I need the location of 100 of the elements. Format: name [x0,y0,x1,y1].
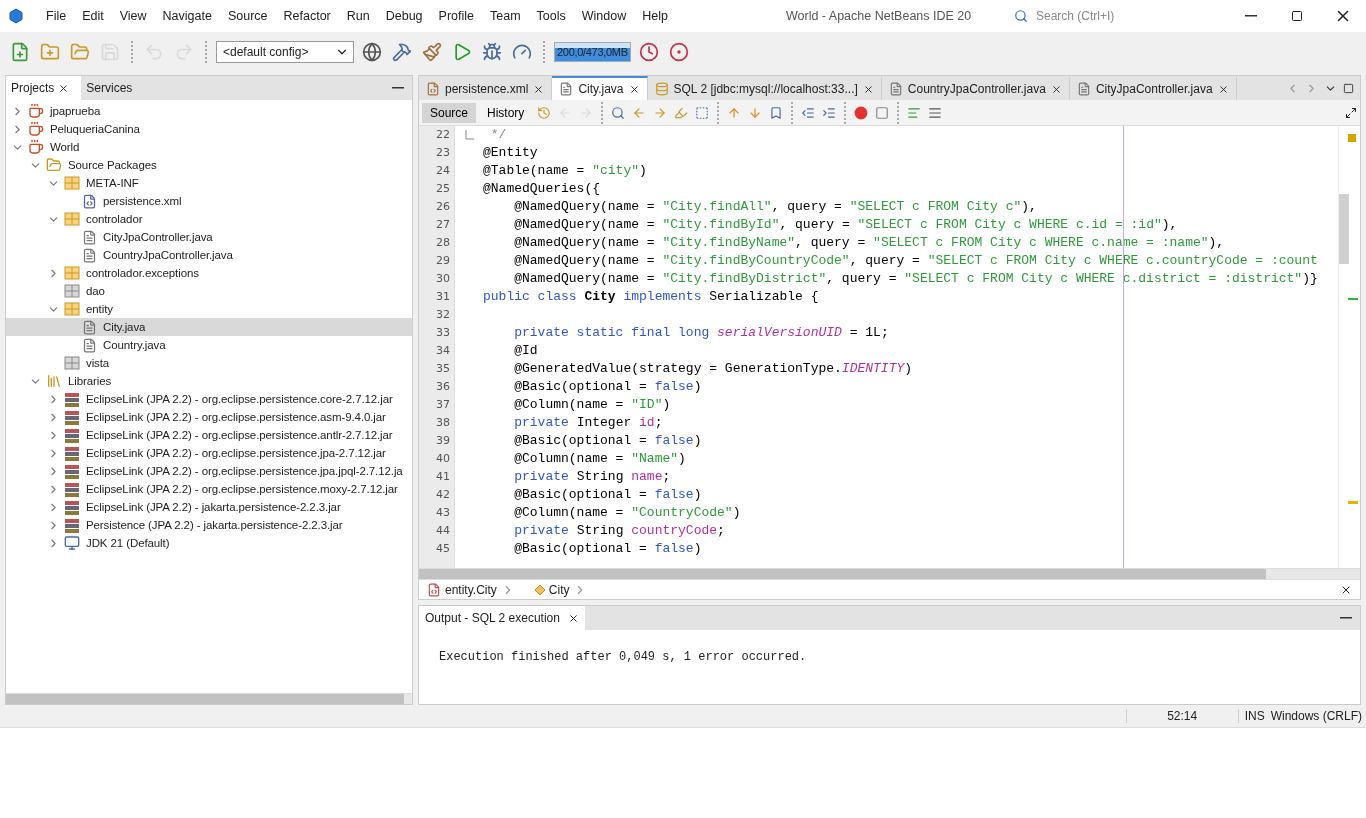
warning-marker[interactable] [1348,501,1358,504]
code-text: ) [693,541,702,556]
tree-item[interactable]: Persistence (JPA 2.2) - jakarta.persistence-2.2.3.jar [6,516,412,534]
tree-item[interactable]: JDK 21 (Default) [6,534,412,552]
tree-item[interactable]: World [6,138,412,156]
scrollbar-thumb[interactable] [1339,194,1349,264]
minimize-icon[interactable] [1340,617,1352,619]
package-icon [64,283,80,299]
right-arrow-icon [653,105,668,120]
tree-item[interactable]: META-INF [6,174,412,192]
output-text: Execution finished after 0,049 s, 1 error occurred. [438,649,808,666]
tree-item[interactable]: City.java [6,318,412,336]
line-number: 37 [435,397,451,413]
minimize-icon[interactable] [392,87,404,89]
book-stack-icon [64,445,80,461]
code-text: ) [693,487,702,502]
menu-item[interactable]: Window [573,9,635,23]
menu-item[interactable]: Source [219,9,276,23]
tree-item[interactable]: EclipseLink (JPA 2.2) - org.eclipse.persistence.moxy-2.7.12.jar [6,480,412,498]
tree-item[interactable]: EclipseLink (JPA 2.2) - org.eclipse.persistence.jpa-2.7.12.jar [6,444,412,462]
close-icon[interactable] [628,83,640,95]
code-text: @Basic(optional = [513,541,648,556]
menu-item[interactable]: Tools [528,9,574,23]
tree-item[interactable]: PeluqueriaCanina [6,120,412,138]
line-number: 36 [435,379,451,395]
breadcrumb-item[interactable]: City [534,582,588,597]
close-icon[interactable] [567,612,579,624]
indent-icon [822,105,837,120]
menu-item[interactable]: Run [338,9,378,23]
line-number: 34 [435,343,451,359]
code-text: ) [732,505,741,520]
tree-item[interactable]: CityJpaController.java [6,228,412,246]
warning-marker[interactable] [1348,134,1356,142]
menu-item[interactable]: View [111,9,155,23]
output-tab[interactable]: Output - SQL 2 execution [419,606,585,630]
string-text: "City.findById" [662,217,780,232]
tree-item[interactable]: persistence.xml [6,192,412,210]
code-text: @GeneratedValue(strategy = GenerationType. [513,361,842,376]
book-stack-icon [64,517,80,533]
tree-item[interactable]: EclipseLink (JPA 2.2) - org.eclipse.persistence.antlr-2.7.12.jar [6,426,412,444]
tree-item[interactable]: entity [6,300,412,318]
line-number: 43 [435,505,451,521]
close-icon[interactable] [58,82,70,94]
run-icon [452,42,472,62]
menu-item[interactable]: Team [482,9,529,23]
close-icon[interactable] [1217,83,1229,95]
code-text: @Entity [483,145,538,160]
menu-item[interactable]: Debug [377,9,431,23]
book-stack-icon [64,391,80,407]
scrollbar-thumb[interactable] [6,694,404,704]
tree-item[interactable]: dao [6,282,412,300]
string-text: "City.findByName" [662,235,796,250]
file-icon [888,82,903,96]
tree-item[interactable]: Country.java [6,336,412,354]
panel-tab[interactable]: Projects [6,76,82,100]
highlighter-icon [674,105,689,120]
keyword-text: false [654,379,694,394]
tree-item[interactable]: vista [6,354,412,372]
tree-item[interactable]: EclipseLink (JPA 2.2) - org.eclipse.persistence.jpa.jpql-2.7.12.ja [6,462,412,480]
target-icon [668,42,689,62]
code-text: ) [639,163,647,178]
globe-icon [362,42,382,62]
view-tab[interactable]: Source [422,102,477,123]
tree-item[interactable]: controlador.exceptions [6,264,412,282]
maximize-icon[interactable] [1343,82,1354,94]
menu-item[interactable]: Edit [74,9,112,23]
tree-item[interactable]: EclipseLink (JPA 2.2) - org.eclipse.persistence.asm-9.4.0.jar [6,408,412,426]
memory-indicator[interactable]: 200,0/473,0MB [554,42,631,62]
breadcrumb-item[interactable]: entity.City [427,582,515,597]
menu-item[interactable]: Refactor [275,9,339,23]
tree-item[interactable]: jpaprueba [6,102,412,120]
panel-tab[interactable]: Services [81,76,145,100]
keyword-text: private [513,469,569,484]
close-icon[interactable] [1050,83,1062,95]
tree-item[interactable]: Libraries [6,372,412,390]
tree-item[interactable]: Source Packages [6,156,412,174]
new-file-icon [10,42,30,62]
tree-item[interactable]: EclipseLink (JPA 2.2) - org.eclipse.persistence.core-2.7.12.jar [6,390,412,408]
config-dropdown[interactable]: <default config> [216,41,354,63]
code-text: )} [1302,271,1318,286]
close-icon[interactable] [862,83,874,95]
close-icon[interactable] [533,83,545,95]
tree-item[interactable]: CountryJpaController.java [6,246,412,264]
outdent-icon [801,105,816,120]
view-tab[interactable]: History [479,102,533,123]
menu-item[interactable]: Navigate [154,9,220,23]
search-icon[interactable] [1014,9,1028,23]
line-number: 32 [435,307,451,323]
menu-item[interactable]: Profile [430,9,482,23]
menu-item[interactable]: Help [634,9,676,23]
scrollbar-thumb[interactable] [419,569,1266,579]
change-marker[interactable] [1348,298,1358,300]
code-text: , query = [826,271,898,286]
editor-tab[interactable]: City.java [552,76,648,100]
code-text: @Basic(optional = [513,379,648,394]
tree-item[interactable]: EclipseLink (JPA 2.2) - jakarta.persistence-2.2.3.jar [6,498,412,516]
line-number: 26 [435,199,451,215]
tree-item[interactable]: controlador [6,210,412,228]
package-icon [64,265,80,281]
menu-item[interactable]: File [38,9,75,23]
